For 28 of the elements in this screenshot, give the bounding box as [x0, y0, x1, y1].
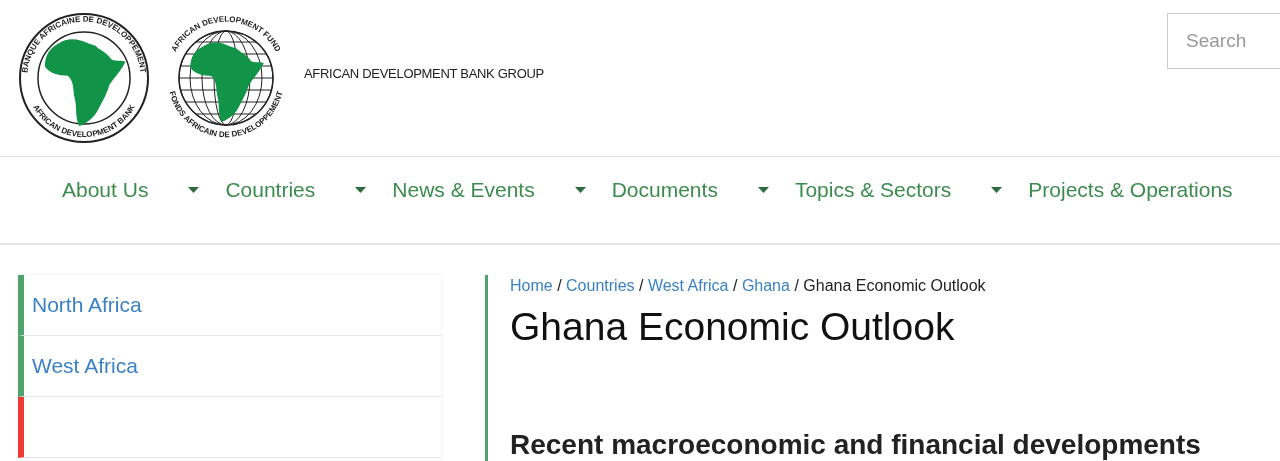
- nav-link[interactable]: About Us: [62, 178, 149, 202]
- page-title: Ghana Economic Outlook: [510, 305, 956, 349]
- caret-icon[interactable]: [757, 187, 769, 193]
- breadcrumb-separator: /: [732, 277, 738, 294]
- breadcrumb-link[interactable]: Countries: [566, 277, 635, 294]
- caret-icon[interactable]: [355, 187, 367, 193]
- breadcrumb-separator: /: [557, 277, 562, 294]
- caret-icon[interactable]: [188, 187, 200, 193]
- breadcrumb-link[interactable]: West Africa: [647, 277, 729, 294]
- sidebar-link[interactable]: North Africa: [32, 293, 142, 317]
- search-field[interactable]: Search: [1167, 13, 1280, 69]
- sidebar-item[interactable]: North Africa: [18, 275, 441, 336]
- organization-name: AFRICAN DEVELOPMENT BANK GROUP: [304, 65, 544, 81]
- section-heading: Recent macroeconomic and financial developments: [510, 429, 1202, 461]
- breadcrumb-current: Ghana Economic Outlook: [803, 277, 986, 294]
- breadcrumb-separator: /: [794, 277, 799, 294]
- sidebar-item[interactable]: West Africa: [18, 336, 441, 397]
- nav-link[interactable]: Projects & Operations: [1028, 178, 1233, 202]
- breadcrumb-link[interactable]: Ghana: [741, 277, 790, 294]
- nav-link[interactable]: Countries: [225, 178, 316, 202]
- nav-link[interactable]: Documents: [611, 178, 718, 202]
- caret-icon[interactable]: [574, 187, 586, 193]
- caret-icon[interactable]: [991, 187, 1003, 193]
- nav-link[interactable]: News & Events: [392, 178, 535, 202]
- sidebar-link[interactable]: West Africa: [32, 354, 138, 378]
- breadcrumb-link[interactable]: Home: [510, 277, 553, 294]
- breadcrumb-separator: /: [639, 277, 644, 294]
- nav-link[interactable]: Topics & Sectors: [794, 178, 952, 202]
